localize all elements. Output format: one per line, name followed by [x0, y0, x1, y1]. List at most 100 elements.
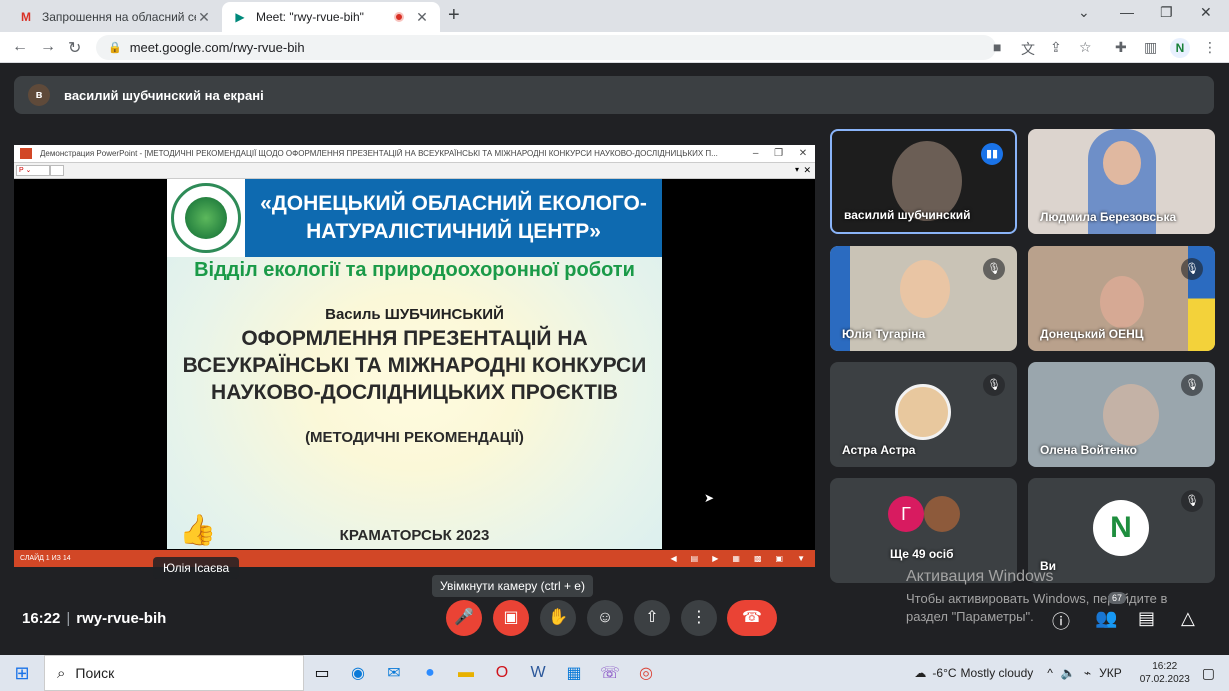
- meeting-details-icon[interactable]: ⓘ: [1052, 608, 1070, 634]
- presenter-banner-text: василий шубчинский на екрані: [64, 87, 264, 103]
- bookmark-star-icon[interactable]: ☆: [1079, 39, 1092, 56]
- gmail-icon: M: [21, 10, 31, 24]
- participant-name: Донецький ОЕНЦ: [1040, 327, 1144, 341]
- people-count-badge: 67: [1108, 592, 1127, 604]
- end-call-button[interactable]: ☎: [727, 600, 777, 636]
- more-options-button[interactable]: ⋮: [681, 600, 717, 636]
- slide-counter: СЛАЙД 1 ИЗ 14: [20, 555, 71, 562]
- windows-start-icon[interactable]: ⊞: [0, 663, 44, 684]
- weather-temp: -6°C: [932, 666, 957, 680]
- raise-hand-button[interactable]: ✋: [540, 600, 576, 636]
- minimize-icon[interactable]: —: [1120, 4, 1134, 20]
- tab-gmail[interactable]: M Запрошення на обласний семі... ✕: [8, 2, 222, 32]
- present-button[interactable]: ⇧: [634, 600, 670, 636]
- meeting-time: 16:22: [22, 610, 61, 627]
- more-participants-label: Ще 49 осіб: [890, 547, 954, 561]
- participant-name: василий шубчинский: [844, 208, 971, 222]
- translate-icon[interactable]: 文: [1021, 39, 1035, 59]
- mic-off-icon: 🎙: [983, 374, 1005, 396]
- minimize-icon: –: [752, 148, 759, 159]
- opera-icon[interactable]: O: [484, 664, 520, 682]
- slide-subtitle: (МЕТОДИЧНІ РЕКОМЕНДАЦІЇ): [305, 429, 524, 446]
- mouse-cursor-icon: ➤: [704, 491, 715, 505]
- participant-tile[interactable]: 🎙 Астра Астра: [830, 362, 1017, 467]
- participant-face: [1103, 384, 1159, 446]
- close-tab-icon[interactable]: ✕: [196, 9, 212, 26]
- chat-icon[interactable]: ▤: [1138, 608, 1155, 629]
- side-panel-icon[interactable]: ▥: [1144, 39, 1157, 56]
- store-icon[interactable]: ▦: [556, 663, 592, 683]
- taskbar-date: 07.02.2023: [1139, 674, 1190, 685]
- notifications-icon[interactable]: ▢: [1202, 665, 1215, 682]
- mic-off-icon: 🎙: [1181, 374, 1203, 396]
- restore-icon[interactable]: ❐: [1160, 4, 1173, 21]
- taskbar-search[interactable]: ⌕ Поиск: [44, 655, 304, 691]
- activities-icon[interactable]: △: [1181, 608, 1195, 629]
- reading-view-icon: ▣: [775, 554, 784, 563]
- edge-icon[interactable]: ◉: [340, 663, 376, 683]
- participant-tile[interactable]: ▮▮ василий шубчинский: [830, 129, 1017, 234]
- taskbar-clock[interactable]: 16:22 07.02.2023: [1140, 660, 1190, 686]
- powerpoint-tab-blank: [50, 165, 64, 176]
- globe-icon: [185, 197, 227, 239]
- chrome-icon[interactable]: ◎: [628, 663, 664, 683]
- separator: |: [66, 610, 71, 627]
- participant-tile[interactable]: 🎙 Олена Войтенко: [1028, 362, 1215, 467]
- presenter-banner: в василий шубчинский на екрані: [14, 76, 1214, 114]
- camera-tooltip: Увімкнути камеру (ctrl + e): [432, 575, 593, 597]
- meeting-code: rwy-rvue-bih: [76, 610, 167, 627]
- url-input[interactable]: 🔒 meet.google.com/rwy-rvue-bih: [96, 35, 996, 60]
- mic-toggle-button[interactable]: 🎤: [446, 600, 482, 636]
- profile-avatar[interactable]: N: [1170, 38, 1190, 58]
- tab-search-icon[interactable]: ⌄: [1078, 4, 1090, 21]
- people-icon[interactable]: 👥: [1095, 608, 1117, 629]
- lock-icon: 🔒: [108, 42, 122, 54]
- reload-icon[interactable]: ↻: [68, 38, 81, 58]
- taskbar-search-placeholder: Поиск: [75, 665, 115, 681]
- reactions-button[interactable]: ☺: [587, 600, 623, 636]
- restore-icon: ❐: [774, 148, 784, 159]
- close-window-icon[interactable]: ✕: [1200, 4, 1212, 21]
- share-icon[interactable]: ⇪: [1050, 39, 1062, 56]
- forward-icon[interactable]: →: [40, 38, 56, 56]
- slide-department: Відділ екології та природоохоронної робо…: [194, 259, 635, 281]
- volume-icon[interactable]: 🔈: [1061, 666, 1076, 680]
- slide-header: «ДОНЕЦЬКИЙ ОБЛАСНИЙ ЕКОЛОГО-НАТУРАЛІСТИЧ…: [245, 179, 662, 257]
- participant-tile[interactable]: 🎙 Юлія Тугаріна: [830, 246, 1017, 351]
- network-icon[interactable]: ⌁: [1084, 666, 1091, 680]
- participant-name: Олена Войтенко: [1040, 443, 1137, 457]
- mic-off-icon: 🎙: [983, 258, 1005, 280]
- weather-icon[interactable]: ☁: [914, 666, 926, 680]
- menu-icon[interactable]: ⋮: [1203, 39, 1217, 56]
- powerpoint-toolbar: P ⌄ ▾ ✕: [14, 163, 815, 179]
- more-avatar-initial: Г: [888, 496, 924, 532]
- participant-tile[interactable]: 🎙 Донецький ОЕНЦ: [1028, 246, 1215, 351]
- language-indicator[interactable]: УКР: [1099, 666, 1122, 680]
- tray-chevron-icon[interactable]: ^: [1047, 666, 1053, 680]
- tab-title: Meet: "rwy-rvue-bih": [256, 10, 364, 24]
- new-tab-icon[interactable]: +: [448, 4, 460, 27]
- presentation-slide: «ДОНЕЦЬКИЙ ОБЛАСНИЙ ЕКОЛОГО-НАТУРАЛІСТИЧ…: [167, 179, 662, 549]
- explorer-icon[interactable]: ▬: [448, 664, 484, 682]
- url-text: meet.google.com/rwy-rvue-bih: [129, 40, 305, 55]
- extensions-icon[interactable]: ✚: [1115, 39, 1127, 56]
- task-view-icon[interactable]: ▭: [304, 663, 340, 683]
- participant-tile[interactable]: Людмила Березовська: [1028, 129, 1215, 234]
- shared-screen: Демонстрация PowerPoint - [МЕТОДИЧНІ РЕК…: [14, 145, 815, 567]
- camera-toggle-button[interactable]: ▣: [493, 600, 529, 636]
- zoom-icon[interactable]: ●: [412, 664, 448, 682]
- tab-meet[interactable]: ▶ Meet: "rwy-rvue-bih" ✕: [222, 2, 440, 32]
- powerpoint-titlebar: Демонстрация PowerPoint - [МЕТОДИЧНІ РЕК…: [14, 145, 815, 163]
- slide-title: ОФОРМЛЕННЯ ПРЕЗЕНТАЦІЙ НА ВСЕУКРАЇНСЬКІ …: [182, 327, 647, 404]
- self-name-chip: Юлія Ісаєва: [153, 557, 240, 579]
- play-icon: ▶: [712, 554, 719, 563]
- participant-avatar: [895, 384, 951, 440]
- camera-indicator-icon[interactable]: ■: [993, 39, 1001, 55]
- close-tab-icon[interactable]: ✕: [414, 9, 430, 26]
- participant-face: [900, 260, 950, 318]
- back-icon[interactable]: ←: [12, 38, 28, 56]
- viber-icon[interactable]: ☏: [592, 663, 628, 683]
- powerpoint-icon: [20, 148, 32, 159]
- word-icon[interactable]: W: [520, 664, 556, 682]
- mail-icon[interactable]: ✉: [376, 663, 412, 683]
